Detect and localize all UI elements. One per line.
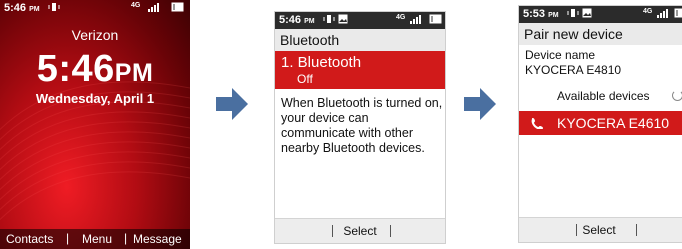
- bluetooth-screen: 5:46 PM 4G Bluetooth 1. Bluetooth Off Wh…: [274, 11, 446, 244]
- available-devices-label: Available devices: [557, 89, 650, 103]
- softkey-divider: [390, 225, 391, 237]
- softkey-bar: Contacts | Menu | Message: [0, 229, 190, 249]
- device-name-value: KYOCERA E4810: [525, 63, 622, 77]
- pair-device-screen: 5:53 PM 4G Pair new device Device name K…: [518, 5, 682, 243]
- item-label: 1. Bluetooth: [281, 54, 362, 71]
- vibrate-icon: [47, 2, 61, 15]
- signal-icon: [409, 14, 423, 27]
- softkey-bar: Select: [275, 218, 445, 243]
- arrow-right-icon: [464, 88, 496, 120]
- bluetooth-toggle-item[interactable]: 1. Bluetooth Off: [275, 51, 445, 89]
- signal-icon: [147, 2, 161, 15]
- spinner-icon: [672, 90, 682, 101]
- softkey-divider: [636, 224, 637, 236]
- network-type: 4G: [131, 2, 141, 9]
- status-time: 5:53 PM: [523, 8, 559, 20]
- carrier-name: Verizon: [71, 27, 119, 43]
- softkey-bar: Select: [519, 217, 682, 242]
- lock-clock: 5:46PM: [36, 48, 154, 90]
- status-bar: 5:46 PM 4G: [0, 0, 190, 17]
- arrow-right-icon: [216, 88, 248, 120]
- item-value: Off: [297, 72, 313, 86]
- status-bar: 5:46 PM 4G: [275, 12, 445, 29]
- phone-icon: [531, 116, 543, 134]
- softkey-menu[interactable]: Menu: [82, 232, 112, 246]
- device-name-label: Device name: [525, 48, 596, 62]
- signal-icon: [656, 8, 670, 21]
- softkey-contacts[interactable]: Contacts: [6, 232, 53, 246]
- lock-date: Wednesday, April 1: [35, 91, 155, 106]
- lock-screen: 5:46 PM 4G Verizon 5:46PM Wednesday, Apr…: [0, 0, 190, 249]
- vibrate-icon: [566, 8, 580, 21]
- screen-title: Pair new device: [519, 23, 682, 45]
- battery-icon: [674, 8, 682, 21]
- found-device-name: KYOCERA E4610: [557, 115, 670, 131]
- image-icon: [582, 8, 592, 21]
- network-type: 4G: [396, 14, 406, 21]
- status-time: 5:46 PM: [4, 2, 40, 14]
- status-bar: 5:53 PM 4G: [519, 6, 682, 23]
- softkey-divider: |: [66, 231, 70, 245]
- softkey-select[interactable]: Select: [275, 224, 445, 238]
- softkey-divider: |: [124, 231, 128, 245]
- found-device-item[interactable]: KYOCERA E4610: [519, 111, 682, 135]
- screen-title: Bluetooth: [275, 29, 445, 51]
- vibrate-icon: [322, 14, 336, 27]
- bluetooth-description: When Bluetooth is turned on, your device…: [281, 96, 443, 155]
- battery-icon: [171, 2, 185, 15]
- battery-icon: [429, 14, 443, 27]
- image-icon: [338, 14, 348, 27]
- network-type: 4G: [643, 8, 653, 15]
- status-time: 5:46 PM: [279, 14, 315, 26]
- softkey-message[interactable]: Message: [133, 232, 182, 246]
- softkey-select[interactable]: Select: [519, 223, 679, 237]
